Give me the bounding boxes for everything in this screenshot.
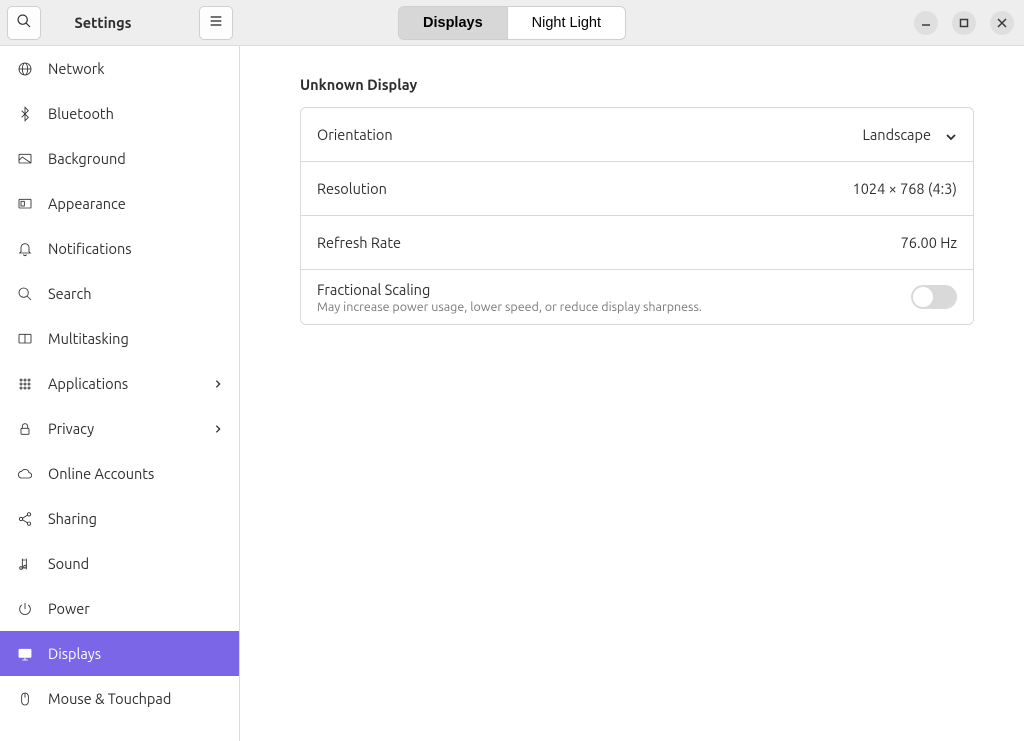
sidebar-item-label: Appearance [48, 195, 223, 212]
orientation-value: Landscape [862, 126, 931, 143]
mouse-icon [16, 690, 34, 708]
fractional-scaling-toggle[interactable] [911, 285, 957, 309]
sidebar-item-label: Multitasking [48, 330, 223, 347]
app-title: Settings [47, 14, 193, 31]
lock-icon [16, 420, 34, 438]
refresh-rate-value: 76.00 Hz [901, 234, 957, 251]
sidebar-item-applications[interactable]: Applications [0, 361, 239, 406]
tab-displays[interactable]: Displays [399, 7, 508, 39]
titlebar: Settings Displays Night Light [0, 0, 1024, 46]
multitasking-icon [16, 330, 34, 348]
sidebar-item-label: Network [48, 60, 223, 77]
orientation-row[interactable]: Orientation Landscape [301, 108, 973, 162]
body: Network Bluetooth Background Appearance Noti… [0, 46, 1024, 741]
tab-switcher: Displays Night Light [398, 6, 626, 40]
sidebar-item-bluetooth[interactable]: Bluetooth [0, 91, 239, 136]
chevron-right-icon [213, 375, 223, 392]
share-icon [16, 510, 34, 528]
sidebar-item-mouse-touchpad[interactable]: Mouse & Touchpad [0, 676, 239, 721]
sidebar-item-label: Search [48, 285, 223, 302]
globe-icon [16, 60, 34, 78]
refresh-rate-row: Refresh Rate 76.00 Hz [301, 216, 973, 270]
refresh-rate-label: Refresh Rate [317, 234, 901, 251]
main-content: Unknown Display Orientation Landscape Re… [240, 46, 1024, 741]
search-button[interactable] [7, 6, 41, 40]
sidebar-item-label: Privacy [48, 420, 199, 437]
resolution-row[interactable]: Resolution 1024 × 768 (4:3) [301, 162, 973, 216]
chevron-right-icon [213, 420, 223, 437]
sound-icon [16, 555, 34, 573]
sidebar-item-label: Online Accounts [48, 465, 223, 482]
titlebar-left: Settings [0, 0, 240, 45]
sidebar-item-label: Applications [48, 375, 199, 392]
sidebar-item-label: Notifications [48, 240, 223, 257]
sidebar-item-label: Displays [48, 645, 223, 662]
resolution-value: 1024 × 768 (4:3) [853, 180, 957, 197]
maximize-icon [959, 14, 969, 31]
sidebar-item-multitasking[interactable]: Multitasking [0, 316, 239, 361]
sidebar-item-sharing[interactable]: Sharing [0, 496, 239, 541]
background-icon [16, 150, 34, 168]
menu-button[interactable] [199, 6, 233, 40]
sidebar-item-label: Sharing [48, 510, 223, 527]
chevron-down-icon [945, 129, 957, 141]
toggle-knob [913, 287, 933, 307]
sidebar-item-label: Mouse & Touchpad [48, 690, 223, 707]
display-icon [16, 645, 34, 663]
hamburger-icon [208, 13, 224, 32]
minimize-button[interactable] [914, 11, 938, 35]
search-icon [16, 285, 34, 303]
display-section-title: Unknown Display [300, 76, 974, 93]
sidebar-item-power[interactable]: Power [0, 586, 239, 631]
sidebar-item-label: Bluetooth [48, 105, 223, 122]
search-icon [16, 13, 32, 32]
close-button[interactable] [990, 11, 1014, 35]
sidebar-item-label: Power [48, 600, 223, 617]
cloud-icon [16, 465, 34, 483]
resolution-label: Resolution [317, 180, 853, 197]
sidebar-item-search[interactable]: Search [0, 271, 239, 316]
sidebar-item-background[interactable]: Background [0, 136, 239, 181]
window-controls [914, 11, 1024, 35]
sidebar-item-notifications[interactable]: Notifications [0, 226, 239, 271]
close-icon [997, 14, 1007, 31]
sidebar-item-network[interactable]: Network [0, 46, 239, 91]
maximize-button[interactable] [952, 11, 976, 35]
fractional-scaling-sublabel: May increase power usage, lower speed, o… [317, 300, 911, 314]
sidebar-item-label: Sound [48, 555, 223, 572]
sidebar-item-sound[interactable]: Sound [0, 541, 239, 586]
row-main: Fractional Scaling May increase power us… [317, 281, 911, 314]
row-main: Resolution [317, 180, 853, 197]
sidebar-item-online-accounts[interactable]: Online Accounts [0, 451, 239, 496]
sidebar[interactable]: Network Bluetooth Background Appearance Noti… [0, 46, 240, 741]
orientation-label: Orientation [317, 126, 862, 143]
bell-icon [16, 240, 34, 258]
fractional-scaling-label: Fractional Scaling [317, 281, 911, 298]
sidebar-item-displays[interactable]: Displays [0, 631, 239, 676]
fractional-scaling-row: Fractional Scaling May increase power us… [301, 270, 973, 324]
power-icon [16, 600, 34, 618]
sidebar-item-privacy[interactable]: Privacy [0, 406, 239, 451]
display-settings-list: Orientation Landscape Resolution 1024 × … [300, 107, 974, 325]
sidebar-item-appearance[interactable]: Appearance [0, 181, 239, 226]
row-main: Orientation [317, 126, 862, 143]
row-main: Refresh Rate [317, 234, 901, 251]
appearance-icon [16, 195, 34, 213]
minimize-icon [921, 14, 931, 31]
tab-night-light[interactable]: Night Light [508, 7, 625, 39]
sidebar-item-label: Background [48, 150, 223, 167]
bluetooth-icon [16, 105, 34, 123]
grid-icon [16, 375, 34, 393]
